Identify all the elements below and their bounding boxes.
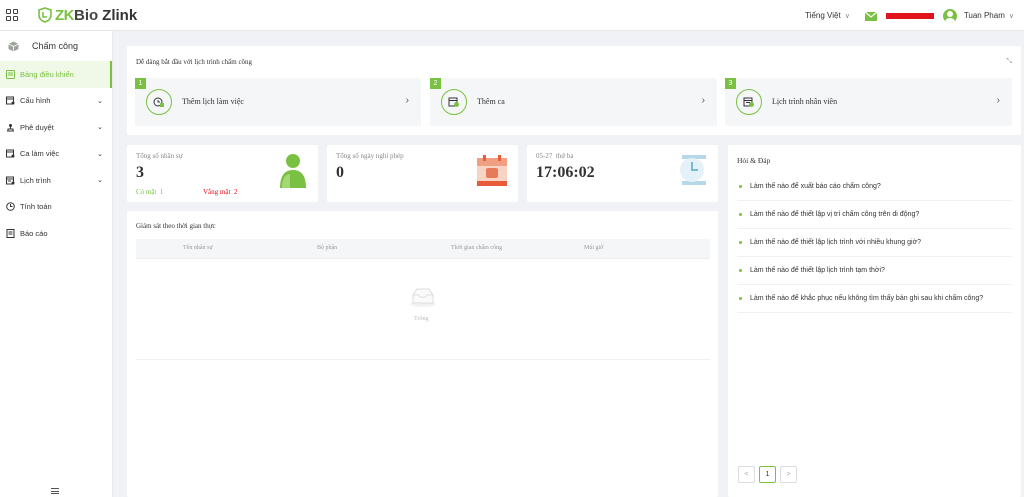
table-header: Tên nhân sự Bộ phận Thời gian chấm công … (136, 239, 710, 259)
sidebar-item[interactable]: Lịch trình ⌄ (0, 167, 112, 194)
sidebar-item-label: Tính toán (20, 202, 52, 212)
leave-calendar-illustration-icon (477, 155, 507, 186)
faq-panel: Hỏi & Đáp Làm thế nào để xuất báo cáo ch… (728, 145, 1021, 497)
calculate-icon (6, 202, 15, 212)
apps-grid-icon[interactable] (6, 9, 18, 21)
sidebar-item[interactable]: Tính toán (0, 194, 112, 221)
pagination: < 1 > (738, 466, 797, 483)
monitor-title: Giám sát theo thời gian thực (136, 222, 216, 230)
next-page-button[interactable]: > (780, 466, 797, 483)
chevron-down-icon: ∨ (844, 12, 850, 20)
shift-icon (6, 149, 15, 158)
leave-count-card[interactable]: Tổng số ngày nghỉ phép 0 (327, 145, 518, 202)
quick-start-title: Dễ dàng bắt đầu với lịch trình chấm công (136, 58, 253, 66)
module-title: Chấm công (32, 41, 79, 51)
dashboard-icon (6, 69, 15, 79)
faq-title: Hỏi & Đáp (737, 156, 771, 165)
step-add-shift[interactable]: 2 Thêm ca › (430, 78, 717, 126)
realtime-monitor-panel: Giám sát theo thời gian thực Tên nhân sự… (127, 211, 718, 497)
faq-item[interactable]: Làm thế nào để khắc phục nếu không tìm t… (737, 285, 1012, 313)
config-icon (6, 96, 15, 105)
step-number: 2 (430, 78, 441, 89)
module-cube-icon (8, 41, 19, 51)
quick-start-panel: Dễ dàng bắt đầu với lịch trình chấm công… (127, 46, 1021, 135)
language-selector[interactable]: Tiếng Việt ∨ (805, 11, 850, 20)
redacted-bar (885, 12, 934, 19)
sidebar-module-header[interactable]: Chấm công (0, 31, 112, 61)
chevron-right-icon: › (405, 95, 409, 106)
faq-item[interactable]: Làm thế nào để thiết lập vị trí chấm côn… (737, 201, 1012, 229)
sidebar-item-label: Ca làm việc (20, 149, 60, 159)
step-label: Thêm lịch làm việc (182, 97, 244, 106)
step-number: 3 (725, 78, 736, 89)
chevron-down-icon: ⌄ (97, 97, 103, 105)
brand-logo[interactable]: ZK Bio Zlink (38, 6, 137, 24)
brand-bio: Bio (74, 6, 99, 24)
menu-collapse-icon[interactable] (51, 488, 59, 494)
step-label: Thêm ca (477, 97, 505, 106)
sidebar-item-label: Phê duyệt (20, 122, 54, 132)
faq-list: Làm thế nào để xuất báo cáo chấm công? L… (737, 173, 1012, 313)
clock-illustration-icon (680, 155, 706, 185)
schedule-icon (6, 176, 15, 185)
chevron-right-icon: › (701, 95, 705, 106)
chevron-down-icon[interactable]: ∨ (1009, 12, 1014, 20)
clock-card: 05-27 thứ ba 17:06:02 (527, 145, 718, 202)
step-schedule-employees[interactable]: 3 Lịch trình nhân viên › (725, 78, 1012, 126)
schedule-icon (736, 89, 762, 115)
empty-inbox-icon (410, 288, 436, 307)
report-icon (6, 228, 15, 238)
shield-logo-icon (38, 7, 52, 23)
sidebar-item-label: Bảng điều khiển (20, 69, 74, 79)
prev-page-button[interactable]: < (738, 466, 755, 483)
sidebar-item-label: Báo cáo (20, 228, 48, 238)
present-count: Có mặt 1 (136, 188, 164, 196)
approval-icon (6, 123, 15, 132)
column-header: Múi giờ (584, 245, 604, 251)
leave-count: 0 (336, 164, 344, 181)
employee-count: 3 (136, 164, 144, 181)
mail-icon[interactable] (864, 10, 878, 22)
faq-item[interactable]: Làm thế nào để thiết lập lịch trình với … (737, 229, 1012, 257)
employee-count-card[interactable]: Tổng số nhân sự 3 Có mặt 1 Vắng mặt 2 (127, 145, 318, 202)
column-header: Thời gian chấm công (451, 245, 502, 251)
sidebar-item[interactable]: Phê duyệt ⌄ (0, 114, 112, 141)
collapse-icon[interactable]: ⤡ (1006, 58, 1012, 66)
sidebar-item[interactable]: Bảng điều khiển (0, 61, 112, 88)
step-add-work-calendar[interactable]: 1 Thêm lịch làm việc › (135, 78, 421, 126)
sidebar-item[interactable]: Báo cáo (0, 220, 112, 247)
absent-count: Vắng mặt 2 (203, 188, 238, 196)
sidebar: Chấm công Bảng điều khiển Cấu hình ⌄ Phê du… (0, 31, 113, 497)
page-1-button[interactable]: 1 (759, 466, 776, 483)
language-label: Tiếng Việt (805, 11, 841, 20)
sidebar-item-label: Lịch trình (20, 175, 51, 185)
clock-time: 17:06:02 (536, 164, 595, 181)
column-header: Tên nhân sự (183, 245, 213, 251)
table-divider (136, 359, 710, 360)
sidebar-item[interactable]: Cấu hình ⌄ (0, 88, 112, 115)
avatar[interactable] (942, 8, 957, 23)
card-title: Tổng số nhân sự (136, 152, 183, 160)
card-title: Tổng số ngày nghỉ phép (336, 152, 404, 160)
sidebar-item[interactable]: Ca làm việc ⌄ (0, 141, 112, 168)
step-label: Lịch trình nhân viên (772, 97, 838, 106)
shift-icon (441, 89, 467, 115)
calendar-clock-icon (146, 89, 172, 115)
brand-zlink: Zlink (102, 6, 138, 24)
person-illustration-icon (280, 154, 306, 188)
chevron-right-icon: › (996, 95, 1000, 106)
top-bar: ZK Bio Zlink Tiếng Việt ∨ Tuan Pham ∨ (0, 0, 1024, 31)
step-number: 1 (135, 78, 146, 89)
chevron-down-icon: ⌄ (97, 150, 103, 158)
faq-item[interactable]: Làm thế nào để xuất báo cáo chấm công? (737, 173, 1012, 201)
user-name[interactable]: Tuan Pham (964, 11, 1005, 20)
sidebar-item-label: Cấu hình (20, 96, 51, 106)
faq-item[interactable]: Làm thế nào để thiết lập lịch trình tạm … (737, 257, 1012, 285)
clock-date: 05-27 thứ ba (536, 152, 574, 160)
empty-text: Trống (414, 316, 429, 322)
brand-zk: ZK (55, 6, 75, 24)
column-header: Bộ phận (317, 245, 338, 251)
chevron-down-icon: ⌄ (97, 124, 103, 132)
chevron-down-icon: ⌄ (97, 177, 103, 185)
